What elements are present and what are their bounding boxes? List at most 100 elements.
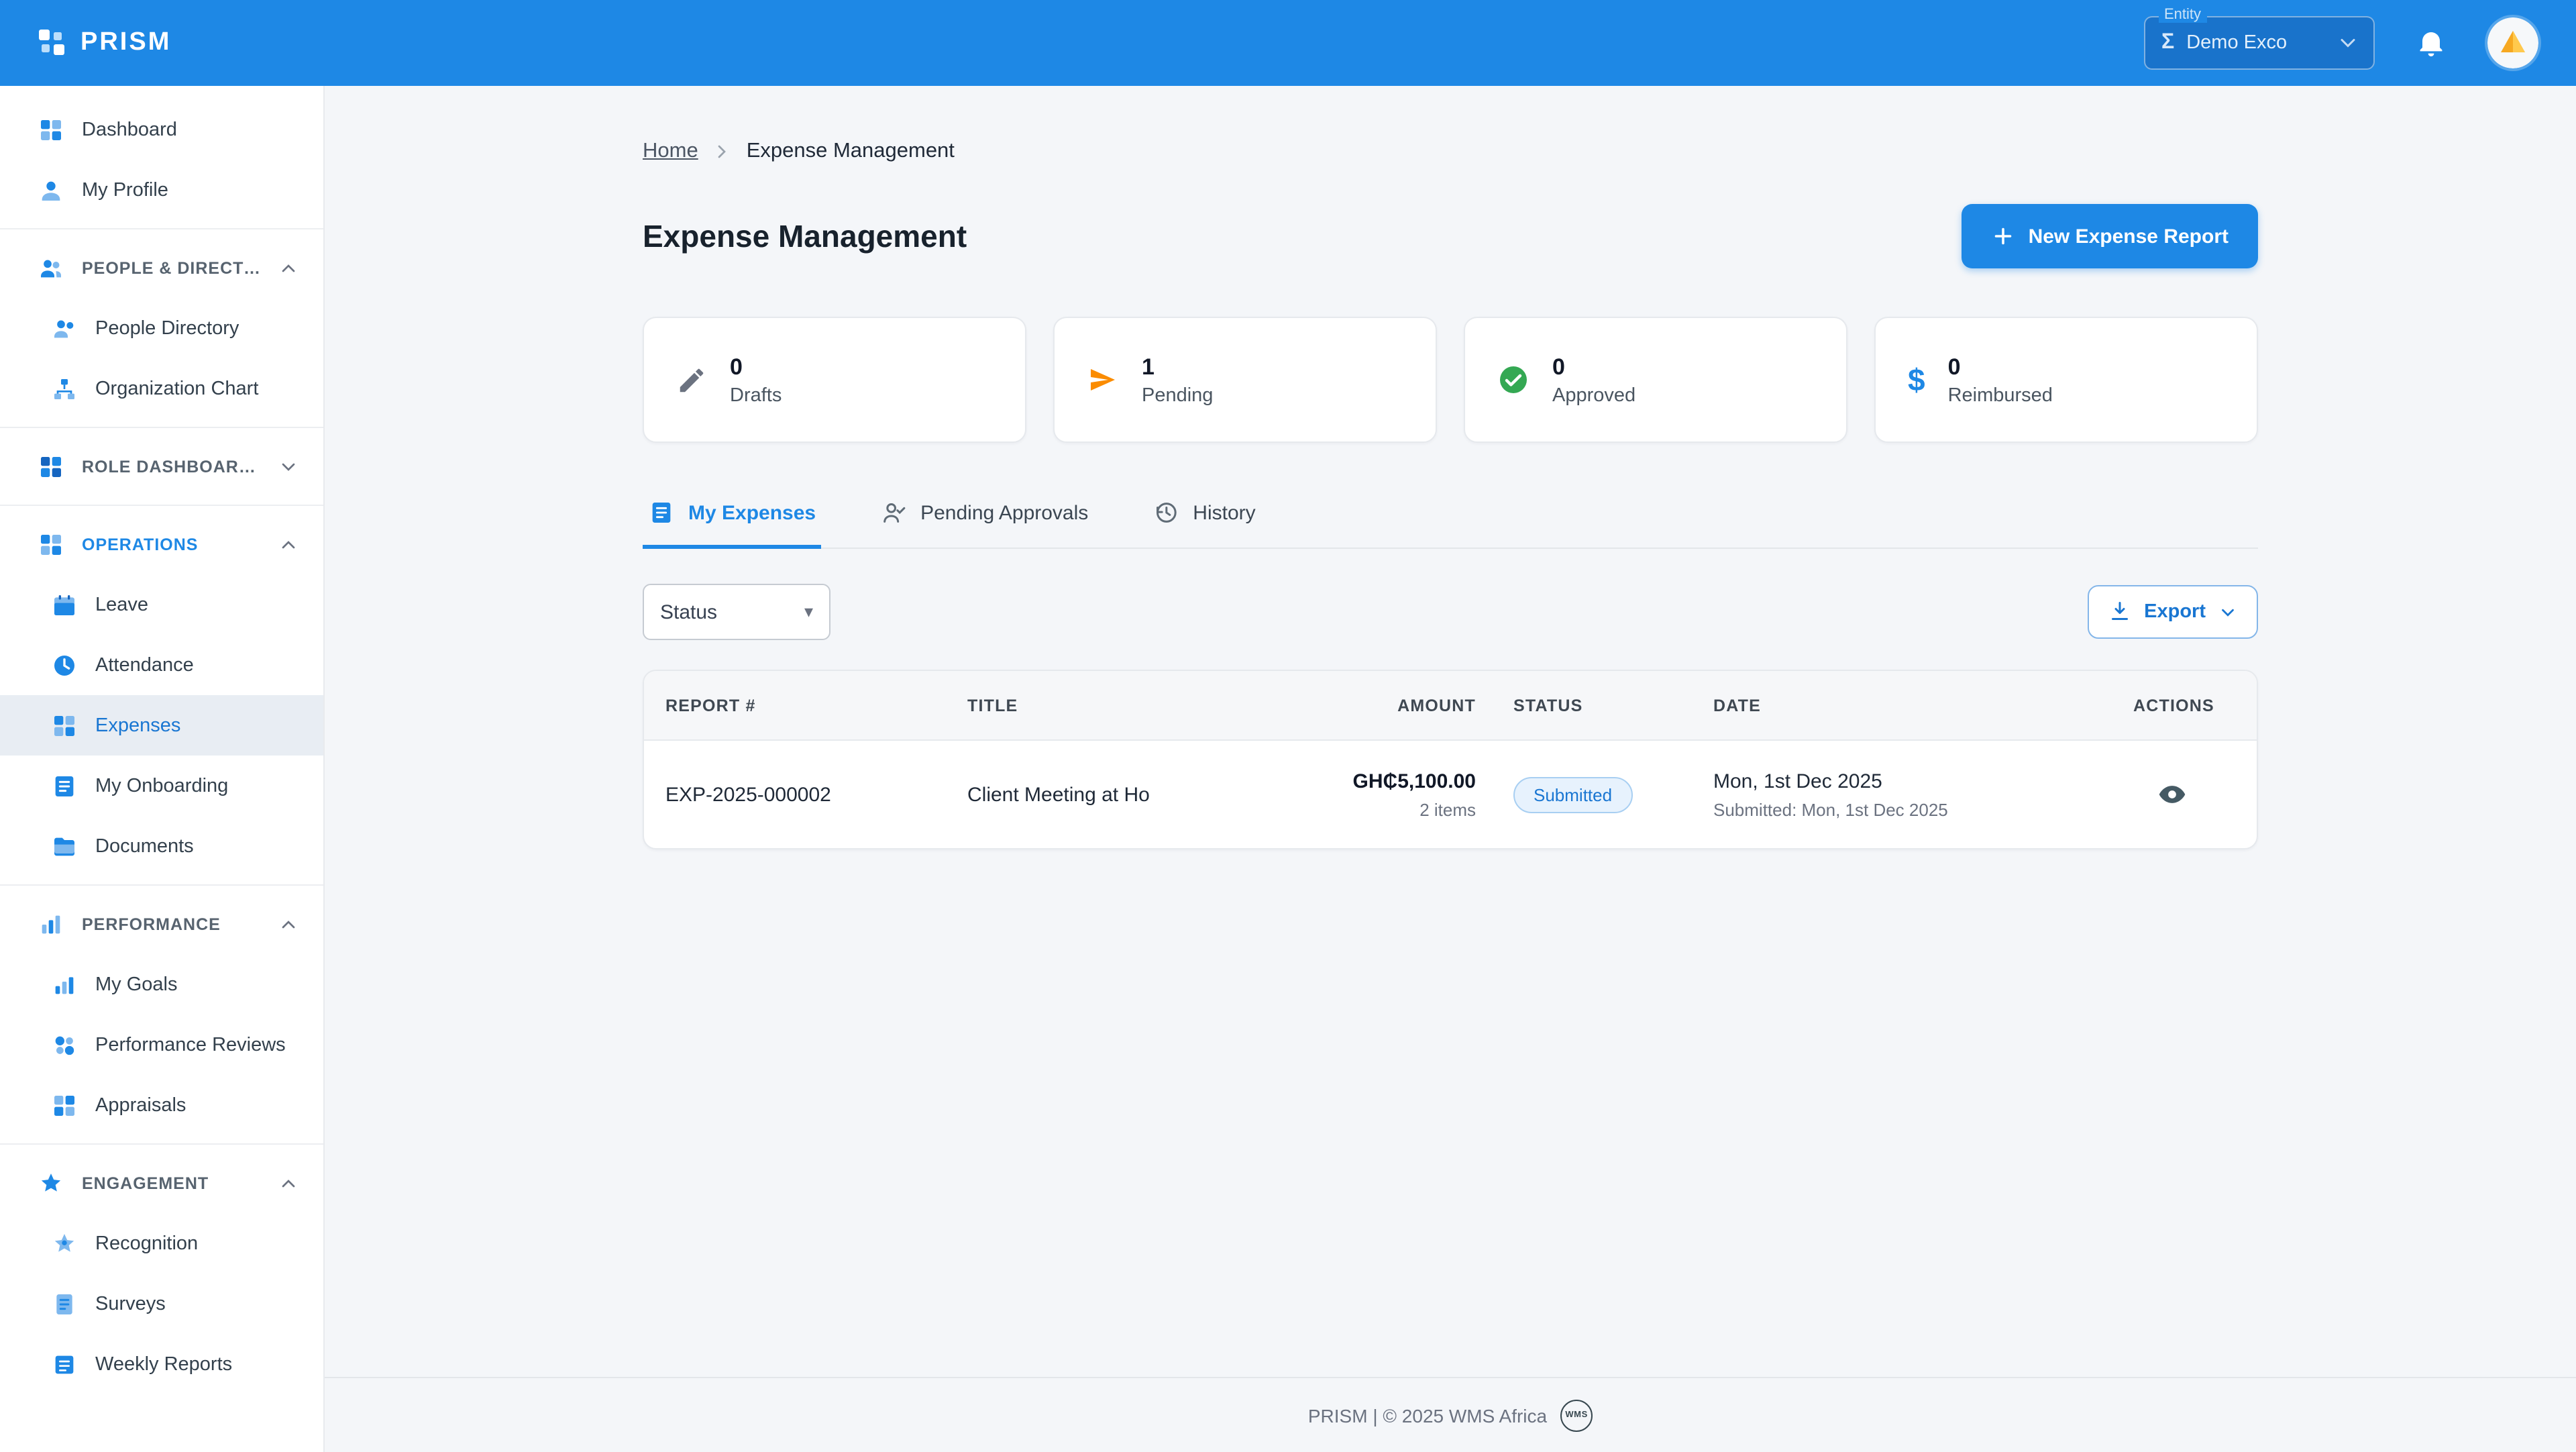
view-report-button[interactable]: [2152, 774, 2192, 815]
sidebar-section-engagement[interactable]: ENGAGEMENT: [0, 1153, 323, 1213]
sidebar-item-weekly-reports[interactable]: Weekly Reports: [0, 1334, 323, 1394]
person-check-icon: [880, 499, 907, 526]
sidebar-item-leave[interactable]: Leave: [0, 574, 323, 635]
brand[interactable]: PRISM: [38, 28, 171, 58]
engagement-star-icon: [38, 1170, 64, 1196]
sidebar-item-surveys[interactable]: Surveys: [0, 1274, 323, 1334]
avatar[interactable]: [2487, 17, 2538, 68]
sidebar-item-appraisals[interactable]: Appraisals: [0, 1075, 323, 1135]
column-header-date: DATE: [1713, 696, 2133, 715]
new-expense-report-label: New Expense Report: [2029, 225, 2229, 248]
performance-chart-icon: [38, 911, 64, 937]
brand-name: PRISM: [80, 28, 171, 58]
tab-label: My Expenses: [688, 501, 816, 524]
chevron-up-icon: [278, 1172, 299, 1194]
main: Home Expense Management Expense Manageme…: [325, 86, 2576, 1452]
new-expense-report-button[interactable]: New Expense Report: [1962, 204, 2258, 268]
sidebar-item-expenses[interactable]: Expenses: [0, 695, 323, 756]
tab-history[interactable]: History: [1147, 499, 1260, 549]
sidebar-section-role-dashboards[interactable]: ROLE DASHBOARDS: [0, 436, 323, 497]
sidebar-item-recognition[interactable]: Recognition: [0, 1213, 323, 1274]
sidebar-item-label: Leave: [95, 594, 148, 615]
sidebar-item-label: Attendance: [95, 654, 194, 676]
stat-value: 0: [1552, 354, 1635, 380]
tab-pending-approvals[interactable]: Pending Approvals: [875, 499, 1093, 549]
appraisals-icon: [51, 1092, 78, 1119]
expenses-icon: [51, 712, 78, 739]
history-icon: [1152, 499, 1179, 526]
table-row[interactable]: EXP-2025-000002 Client Meeting at Ho GH₵…: [644, 741, 2257, 848]
sidebar-item-people-directory[interactable]: People Directory: [0, 298, 323, 358]
chevron-down-icon: [2336, 31, 2360, 55]
onboarding-icon: [51, 772, 78, 799]
cell-actions: [2133, 774, 2258, 815]
cell-title: Client Meeting at Ho: [946, 783, 1283, 806]
recognition-icon: [51, 1230, 78, 1257]
breadcrumb: Home Expense Management: [643, 140, 2258, 164]
documents-folder-icon: [51, 833, 78, 860]
entity-select-value: Demo Exco: [2186, 32, 2324, 54]
status-badge: Submitted: [1513, 776, 1632, 813]
cell-status: Submitted: [1505, 776, 1713, 813]
sidebar-item-dashboard[interactable]: Dashboard: [0, 99, 323, 160]
sidebar-item-attendance[interactable]: Attendance: [0, 635, 323, 695]
receipt-icon: [648, 499, 675, 526]
column-header-status: STATUS: [1505, 696, 1713, 715]
sidebar-item-performance-reviews[interactable]: Performance Reviews: [0, 1015, 323, 1075]
screen: PRISM Entity Σ Demo Exco: [0, 0, 2576, 1452]
cell-report-number: EXP-2025-000002: [644, 783, 946, 806]
reviews-icon: [51, 1031, 78, 1058]
sidebar-item-organization-chart[interactable]: Organization Chart: [0, 358, 323, 419]
sidebar-item-my-profile[interactable]: My Profile: [0, 160, 323, 220]
sidebar-section-label: OPERATIONS: [82, 535, 198, 554]
export-button[interactable]: Export: [2088, 585, 2258, 639]
chevron-up-icon: [278, 257, 299, 278]
stat-card-drafts: 0 Drafts: [643, 317, 1026, 443]
app-body: Dashboard My Profile PEOPLE & DIRECTORY: [0, 86, 2576, 1452]
chevron-up-icon: [278, 913, 299, 935]
people-icon: [38, 254, 64, 281]
sidebar-section-people-directory[interactable]: PEOPLE & DIRECTORY: [0, 238, 323, 298]
column-header-report: REPORT #: [644, 696, 946, 715]
stat-label: Reimbursed: [1948, 384, 2053, 406]
footer-text: PRISM | © 2025 WMS Africa: [1308, 1404, 1547, 1426]
stat-label: Drafts: [730, 384, 782, 406]
entity-select[interactable]: Entity Σ Demo Exco: [2144, 16, 2375, 70]
goals-icon: [51, 971, 78, 998]
status-filter-select[interactable]: Status ▾: [643, 584, 830, 640]
cell-amount: GH₵5,100.00 2 items: [1283, 770, 1505, 819]
sidebar-divider: [0, 884, 323, 886]
tab-label: History: [1193, 501, 1255, 524]
download-icon: [2108, 600, 2132, 624]
column-header-amount: AMOUNT: [1283, 696, 1505, 715]
sidebar-section-operations[interactable]: OPERATIONS: [0, 514, 323, 574]
notifications-button[interactable]: [2410, 21, 2453, 64]
sidebar-divider: [0, 228, 323, 229]
sidebar-item-label: My Profile: [82, 179, 168, 201]
chevron-up-icon: [278, 533, 299, 555]
sidebar-item-label: My Onboarding: [95, 775, 228, 796]
sidebar-item-my-goals[interactable]: My Goals: [0, 954, 323, 1015]
surveys-icon: [51, 1290, 78, 1317]
stat-value: 1: [1142, 354, 1213, 380]
sidebar-item-my-onboarding[interactable]: My Onboarding: [0, 756, 323, 816]
sidebar-section-performance[interactable]: PERFORMANCE: [0, 894, 323, 954]
sidebar-item-label: Appraisals: [95, 1094, 186, 1116]
breadcrumb-home-link[interactable]: Home: [643, 140, 698, 164]
sidebar-divider: [0, 505, 323, 506]
sidebar-item-label: Surveys: [95, 1293, 166, 1314]
chevron-down-icon: [278, 456, 299, 477]
dollar-icon: $: [1908, 364, 1925, 395]
sidebar-item-label: Organization Chart: [95, 378, 258, 399]
topbar: PRISM Entity Σ Demo Exco: [0, 0, 2576, 86]
sidebar-item-label: Recognition: [95, 1233, 198, 1254]
weekly-reports-icon: [51, 1351, 78, 1378]
sidebar-item-label: People Directory: [95, 317, 239, 339]
footer: PRISM | © 2025 WMS Africa WMS: [325, 1377, 2576, 1452]
tab-my-expenses[interactable]: My Expenses: [643, 499, 821, 549]
filter-row: Status ▾ Export: [643, 584, 2258, 640]
date-submitted: Submitted: Mon, 1st Dec 2025: [1713, 799, 2133, 819]
sidebar-divider: [0, 1143, 323, 1145]
prism-logo-icon: [38, 28, 67, 58]
sidebar-item-documents[interactable]: Documents: [0, 816, 323, 876]
